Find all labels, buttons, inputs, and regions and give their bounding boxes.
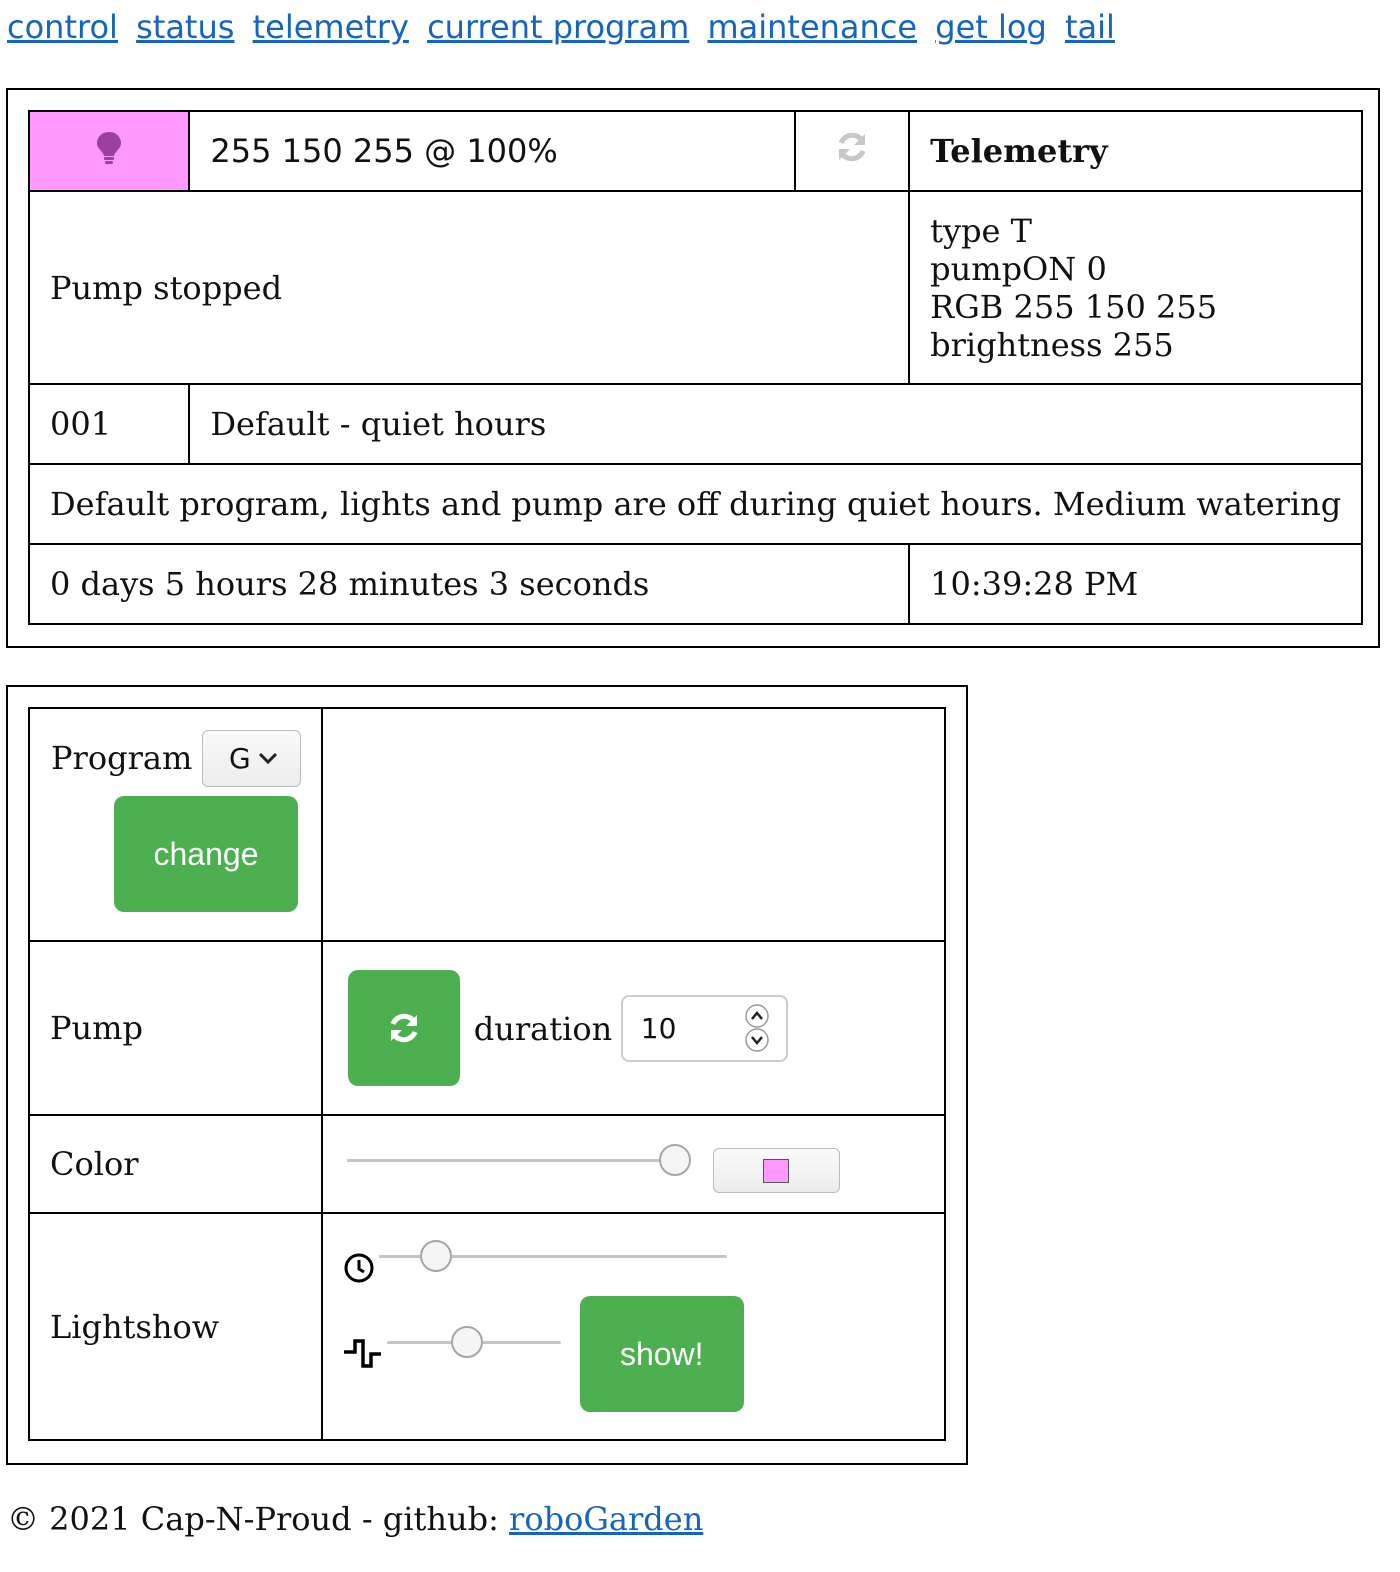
nav-link-current-program[interactable]: current program <box>427 8 689 46</box>
refresh-icon[interactable] <box>835 130 869 164</box>
duration-input[interactable]: 10 <box>620 995 788 1062</box>
light-color-cell <box>27 110 191 192</box>
telemetry-line: RGB 255 150 255 <box>930 287 1218 326</box>
nav-link-get-log[interactable]: get log <box>935 8 1047 46</box>
speed-slider[interactable] <box>378 1238 727 1274</box>
control-panel: Program G change Pump duration 10 Color … <box>6 685 968 1465</box>
program-name: Default - quiet hours <box>188 383 1364 465</box>
telemetry-line: brightness 255 <box>930 325 1174 364</box>
status-table: 255 150 255 @ 100% Telemetry Pump stoppe… <box>27 110 1364 625</box>
nav-link-maintenance[interactable]: maintenance <box>707 8 917 46</box>
top-nav: control status telemetry current program… <box>7 8 1123 46</box>
nav-link-control[interactable]: control <box>7 8 118 46</box>
color-slider-track <box>346 1159 691 1162</box>
chevron-down-icon <box>258 752 278 765</box>
pump-label: Pump <box>28 940 323 1116</box>
program-number: 001 <box>27 383 191 465</box>
color-label: Color <box>28 1114 323 1214</box>
duration-label: duration <box>473 1010 613 1048</box>
lightbulb-icon <box>97 132 122 164</box>
program-description: Default program, lights and pump are off… <box>27 463 1364 545</box>
stepper-icon[interactable] <box>744 1003 770 1053</box>
color-slider-thumb[interactable] <box>658 1144 691 1176</box>
pump-toggle-button[interactable] <box>347 970 460 1086</box>
nav-link-telemetry[interactable]: telemetry <box>253 8 409 46</box>
program-empty-cell <box>320 707 947 942</box>
clock: 10:39:28 PM <box>908 543 1364 625</box>
refresh-icon <box>390 1013 418 1043</box>
control-table: Program G change Pump duration 10 Color … <box>28 707 947 1441</box>
telemetry-values: type T pumpON 0 RGB 255 150 255 brightne… <box>908 190 1364 385</box>
lightshow-controls: show! <box>320 1212 947 1441</box>
nav-link-status[interactable]: status <box>136 8 234 46</box>
rgb-readout: 255 150 255 @ 100% <box>188 110 796 192</box>
change-program-button[interactable]: change <box>114 796 298 912</box>
duration-value: 10 <box>640 1012 677 1045</box>
color-slider[interactable] <box>346 1142 691 1178</box>
color-swatch <box>762 1159 789 1183</box>
pattern-slider[interactable] <box>386 1324 561 1360</box>
program-select[interactable]: G <box>202 730 301 787</box>
telemetry-heading: Telemetry <box>908 110 1364 192</box>
telemetry-line: type T <box>930 211 1032 250</box>
pump-status: Pump stopped <box>27 190 911 385</box>
footer: © 2021 Cap-N-Proud - github: roboGarden <box>7 1500 703 1538</box>
color-picker-button[interactable] <box>712 1148 840 1193</box>
refresh-cell[interactable] <box>793 110 911 192</box>
github-link[interactable]: roboGarden <box>509 1500 703 1538</box>
telemetry-line: pumpON 0 <box>930 249 1107 288</box>
clock-icon <box>344 1253 374 1283</box>
pattern-slider-thumb[interactable] <box>450 1326 483 1358</box>
square-wave-icon <box>343 1339 381 1368</box>
lightshow-label: Lightshow <box>28 1212 323 1441</box>
uptime: 0 days 5 hours 28 minutes 3 seconds <box>27 543 911 625</box>
speed-slider-thumb[interactable] <box>419 1240 452 1272</box>
program-label: Program <box>51 739 193 777</box>
color-controls <box>320 1114 947 1214</box>
nav-link-tail[interactable]: tail <box>1065 8 1115 46</box>
show-button[interactable]: show! <box>579 1296 744 1412</box>
footer-text: © 2021 Cap-N-Proud - github: <box>7 1500 510 1538</box>
pump-controls: duration 10 <box>320 940 947 1116</box>
program-cell: Program G change <box>28 707 323 942</box>
program-select-value: G <box>229 742 251 775</box>
status-panel: 255 150 255 @ 100% Telemetry Pump stoppe… <box>6 88 1380 648</box>
